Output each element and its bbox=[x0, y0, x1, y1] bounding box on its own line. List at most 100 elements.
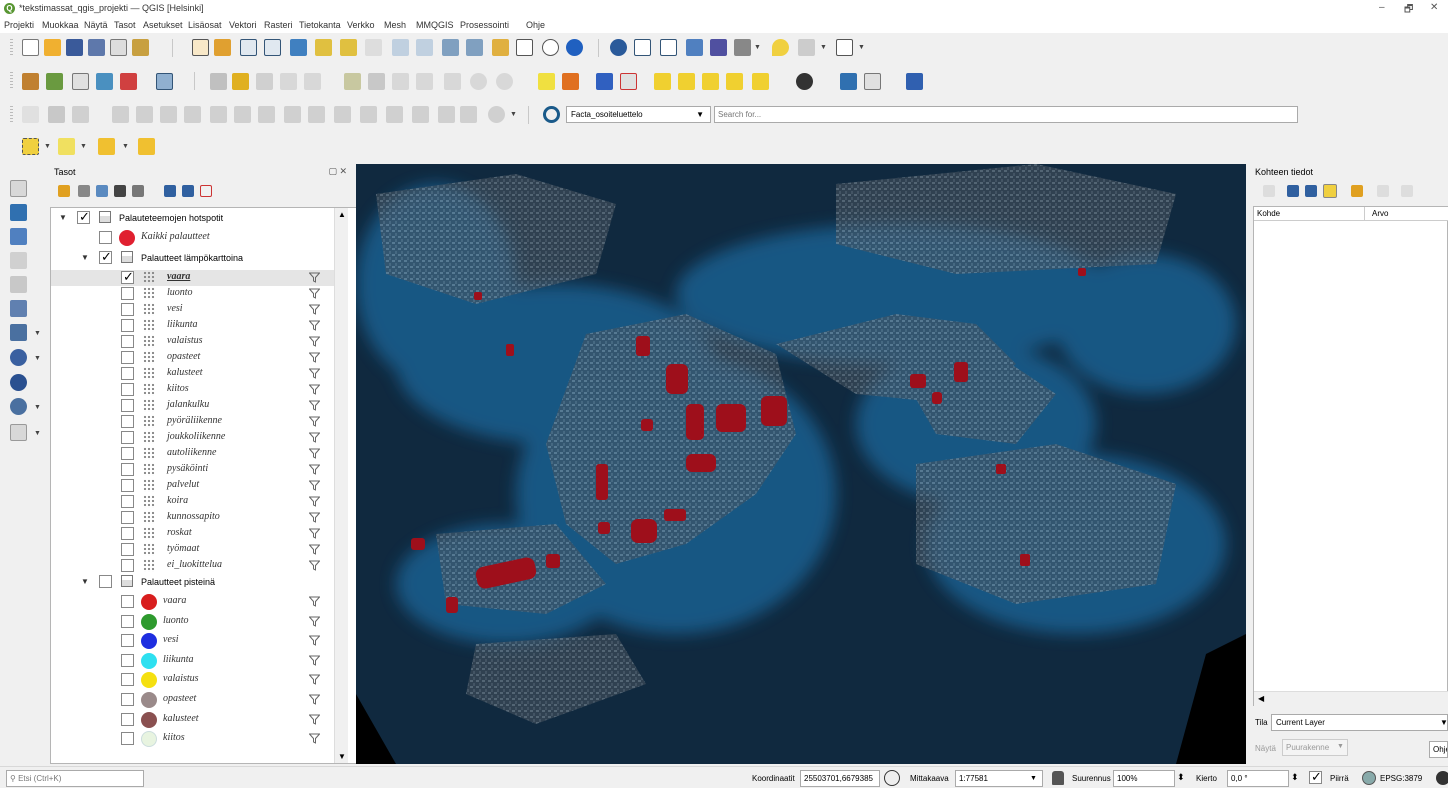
close-button[interactable]: ✕ bbox=[1430, 2, 1438, 13]
menu-lisaosat[interactable]: Lisäosat bbox=[188, 20, 222, 30]
data-source-manager-icon[interactable] bbox=[22, 73, 39, 90]
layer-row[interactable]: kunnossapito bbox=[51, 510, 341, 526]
split-parts-icon[interactable] bbox=[184, 106, 201, 123]
toolbar-grip[interactable] bbox=[10, 39, 13, 57]
filter-icon[interactable] bbox=[308, 368, 321, 379]
rotation-spin-icon[interactable]: ⬍ bbox=[1291, 772, 1299, 783]
layer-visibility-checkbox[interactable] bbox=[121, 463, 134, 476]
select-features-icon[interactable] bbox=[22, 138, 39, 155]
filter-icon[interactable] bbox=[308, 272, 321, 283]
new-temporary-layer-icon[interactable] bbox=[120, 73, 137, 90]
add-vector-layer-icon[interactable] bbox=[10, 180, 27, 197]
layer-visibility-checkbox[interactable] bbox=[121, 693, 134, 706]
menu-nayta[interactable]: Näytä bbox=[84, 20, 108, 30]
zoom-last-icon[interactable] bbox=[392, 39, 409, 56]
layer-row[interactable]: opasteet bbox=[51, 692, 341, 708]
toggle-editing-icon[interactable] bbox=[232, 73, 249, 90]
add-ring-icon[interactable] bbox=[308, 106, 325, 123]
menu-mmqgis[interactable]: MMQGIS bbox=[416, 20, 454, 30]
zoom-to-selection-icon[interactable] bbox=[315, 39, 332, 56]
filter-icon[interactable] bbox=[308, 384, 321, 395]
menu-tasot[interactable]: Tasot bbox=[114, 20, 136, 30]
toolbar-grip[interactable] bbox=[10, 106, 13, 124]
measure-icon[interactable] bbox=[734, 39, 751, 56]
layer-visibility-checkbox[interactable] bbox=[99, 231, 112, 244]
digitize-icon[interactable] bbox=[22, 106, 39, 123]
expand-all-icon[interactable] bbox=[164, 185, 176, 197]
wms-dropdown-icon[interactable]: ▼ bbox=[34, 355, 41, 362]
view-combo[interactable]: Puurakenne ▼ bbox=[1282, 739, 1348, 756]
map-canvas[interactable] bbox=[356, 164, 1246, 764]
select-dropdown-icon[interactable]: ▼ bbox=[44, 143, 51, 150]
delete-selected-icon[interactable] bbox=[368, 73, 385, 90]
text-annotation-dropdown-icon[interactable]: ▼ bbox=[858, 44, 865, 51]
temporal-controller-icon[interactable] bbox=[542, 39, 559, 56]
layer-visibility-checkbox[interactable] bbox=[121, 415, 134, 428]
filter-icon[interactable] bbox=[308, 336, 321, 347]
current-edits-icon[interactable] bbox=[210, 73, 227, 90]
remove-layer-icon[interactable] bbox=[200, 185, 212, 197]
offset-curve-icon[interactable] bbox=[136, 106, 153, 123]
show-bookmarks-icon[interactable] bbox=[516, 39, 533, 56]
layer-visibility-checkbox[interactable] bbox=[121, 673, 134, 687]
filter-icon[interactable] bbox=[308, 635, 321, 646]
filter-icon[interactable] bbox=[308, 464, 321, 475]
layer-visibility-checkbox[interactable] bbox=[99, 575, 112, 588]
column-header-feature[interactable]: Kohde bbox=[1257, 209, 1280, 218]
label-tool-extra-icon[interactable] bbox=[752, 73, 769, 90]
menu-rasteri[interactable]: Rasteri bbox=[264, 20, 293, 30]
lock-scale-icon[interactable] bbox=[1052, 771, 1064, 785]
add-wfs-icon[interactable] bbox=[10, 374, 27, 391]
bookmark-icon[interactable] bbox=[492, 39, 509, 56]
expand-arrow-icon[interactable]: ▼ bbox=[59, 213, 67, 222]
new-virtual-layer-icon[interactable] bbox=[156, 73, 173, 90]
menu-muokkaa[interactable]: Muokkaa bbox=[42, 20, 79, 30]
layer-visibility-checkbox[interactable] bbox=[99, 249, 112, 265]
layer-visibility-checkbox[interactable] bbox=[121, 303, 134, 316]
layer-row[interactable]: valaistus bbox=[51, 672, 341, 689]
filter-icon[interactable] bbox=[308, 544, 321, 555]
filter-icon[interactable] bbox=[308, 733, 321, 744]
layer-row[interactable]: kalusteet bbox=[51, 711, 341, 728]
add-raster-layer-icon[interactable] bbox=[10, 204, 27, 221]
layer-visibility-checkbox[interactable] bbox=[121, 479, 134, 492]
filter-icon[interactable] bbox=[308, 400, 321, 411]
layer-row[interactable]: vesi bbox=[51, 633, 341, 650]
horizontal-scrollbar[interactable]: ◀ bbox=[1254, 691, 1448, 706]
scroll-left-icon[interactable]: ◀ bbox=[1258, 694, 1264, 703]
magnifier-field[interactable]: 100% bbox=[1113, 770, 1175, 787]
trim-extend-icon[interactable] bbox=[460, 106, 477, 123]
select-identified-icon[interactable] bbox=[1323, 184, 1337, 198]
label-change-icon[interactable] bbox=[678, 73, 695, 90]
wcs-dropdown-icon[interactable]: ▼ bbox=[34, 404, 41, 411]
rotation-field[interactable]: 0,0 ° bbox=[1227, 770, 1289, 787]
layer-row[interactable]: vesi bbox=[51, 302, 341, 318]
new-geopackage-icon[interactable] bbox=[46, 73, 63, 90]
new-3d-view-icon[interactable] bbox=[466, 39, 483, 56]
redo-icon[interactable] bbox=[496, 73, 513, 90]
label-show-hide-icon[interactable] bbox=[596, 73, 613, 90]
mode-combo[interactable]: Current Layer ▼ bbox=[1271, 714, 1448, 731]
postgis-dropdown-icon[interactable]: ▼ bbox=[34, 330, 41, 337]
menu-verkko[interactable]: Verkko bbox=[347, 20, 375, 30]
add-point-icon[interactable] bbox=[280, 73, 297, 90]
layer-row[interactable]: vaara bbox=[51, 269, 341, 286]
layer-row[interactable]: kalusteet bbox=[51, 366, 341, 382]
save-as-icon[interactable] bbox=[88, 39, 105, 56]
layer-visibility-checkbox[interactable] bbox=[121, 269, 134, 285]
filter-icon[interactable] bbox=[308, 320, 321, 331]
filter-icon[interactable] bbox=[308, 512, 321, 523]
search-input[interactable]: Search for... bbox=[714, 106, 1298, 123]
layer-row[interactable]: joukkoliikenne bbox=[51, 430, 341, 446]
filter-icon[interactable] bbox=[308, 448, 321, 459]
add-group-icon[interactable] bbox=[78, 185, 90, 197]
save-edits-icon[interactable] bbox=[256, 73, 273, 90]
menu-asetukset[interactable]: Asetukset bbox=[143, 20, 183, 30]
layer-visibility-checkbox[interactable] bbox=[121, 543, 134, 556]
expand-arrow-icon[interactable]: ▼ bbox=[81, 577, 89, 586]
print-results-icon[interactable] bbox=[1401, 185, 1413, 197]
layer-visibility-checkbox[interactable] bbox=[121, 351, 134, 364]
add-postgis-icon[interactable] bbox=[10, 324, 27, 341]
filter-icon[interactable] bbox=[308, 560, 321, 571]
add-virtual-layer-icon[interactable] bbox=[10, 424, 27, 441]
